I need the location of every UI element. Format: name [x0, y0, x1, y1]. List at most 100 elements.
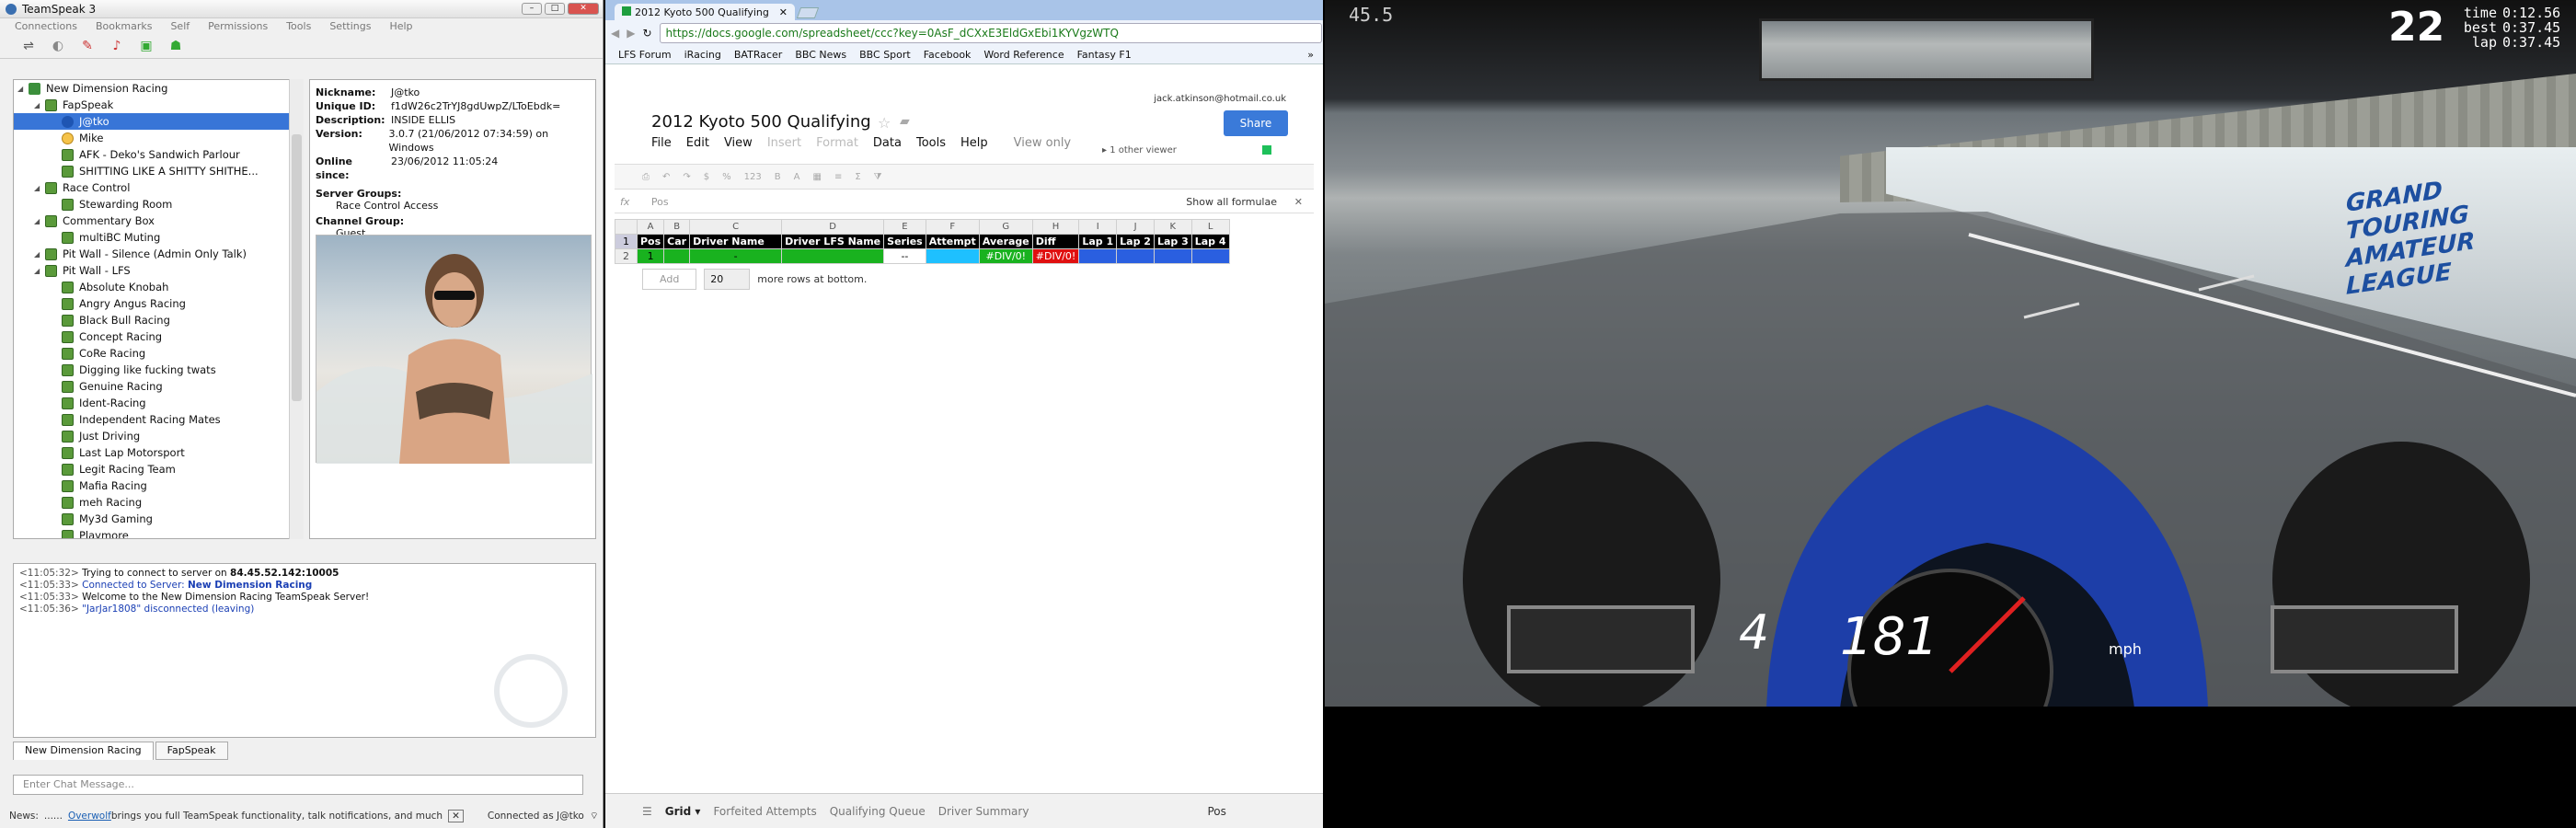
sheet-tab-grid[interactable]: Grid ▾: [665, 805, 701, 818]
channel-node[interactable]: Playmore: [14, 527, 303, 538]
data-cell[interactable]: [1078, 248, 1118, 264]
menu-data[interactable]: Data: [873, 136, 902, 150]
header-cell[interactable]: Lap 4: [1190, 234, 1230, 249]
data-cell[interactable]: #DIV/0!: [1031, 248, 1080, 264]
menu-file[interactable]: File: [651, 136, 672, 150]
channel-node[interactable]: Mafia Racing: [14, 477, 303, 494]
channel-node[interactable]: ◢Pit Wall - Silence (Admin Only Talk)🔒︎: [14, 246, 303, 262]
browser-tab[interactable]: 2012 Kyoto 500 Qualifying ✕: [615, 4, 795, 20]
star-icon[interactable]: ☆: [878, 114, 891, 132]
close-button[interactable]: ✕: [568, 3, 599, 15]
data-cell[interactable]: #DIV/0!: [978, 248, 1033, 264]
header-cell[interactable]: Diff: [1031, 234, 1080, 249]
data-cell[interactable]: [663, 248, 691, 264]
data-cell[interactable]: -: [689, 248, 783, 264]
close-formula-icon[interactable]: ✕: [1294, 196, 1303, 208]
expand-toggle-icon[interactable]: ◢: [34, 184, 45, 192]
show-formulae-button[interactable]: Show all formulae: [1186, 196, 1277, 208]
all-sheets-icon[interactable]: ☰: [642, 805, 652, 818]
channel-node[interactable]: ◢ Pit Wall - LFS: [14, 262, 303, 279]
channel-node[interactable]: SHITTING LIKE A SHITTY SHITHE...🔒︎: [14, 163, 303, 179]
channel-node[interactable]: Genuine Racing🔒︎: [14, 378, 303, 395]
channel-node[interactable]: Stewarding Room🔒︎: [14, 196, 303, 213]
maximize-button[interactable]: □: [545, 3, 565, 15]
data-cell[interactable]: [1153, 248, 1192, 264]
channel-node[interactable]: Ident-Racing: [14, 395, 303, 411]
channel-node[interactable]: Independent Racing Mates: [14, 411, 303, 428]
expand-toggle-icon[interactable]: ◢: [34, 101, 45, 109]
bookmark-item[interactable]: LFS Forum: [618, 49, 672, 61]
column-header[interactable]: E: [883, 219, 926, 235]
page-title[interactable]: 2012 Kyoto 500 Qualifying: [651, 112, 871, 132]
back-icon[interactable]: ◀: [611, 27, 619, 40]
channel-node[interactable]: multiBC Muting🔒︎: [14, 229, 303, 246]
menu-tools[interactable]: Tools: [286, 20, 311, 32]
share-button[interactable]: Share: [1224, 110, 1288, 136]
channel-tree-scrollbar[interactable]: [289, 79, 304, 539]
forward-icon[interactable]: ▶: [627, 27, 635, 40]
channel-node[interactable]: My3d Gaming🔒︎: [14, 511, 303, 527]
menu-self[interactable]: Self: [170, 20, 190, 32]
channel-node[interactable]: Black Bull Racing: [14, 312, 303, 328]
channel-node[interactable]: Last Lap Motorsport: [14, 444, 303, 461]
menu-edit[interactable]: Edit: [686, 136, 709, 150]
column-header[interactable]: G: [978, 219, 1033, 235]
column-header[interactable]: K: [1153, 219, 1192, 235]
header-cell[interactable]: Average: [978, 234, 1033, 249]
column-header[interactable]: A: [636, 219, 665, 235]
channel-node[interactable]: meh Racing🔒︎: [14, 494, 303, 511]
channel-node[interactable]: Absolute Knobah: [14, 279, 303, 295]
column-header[interactable]: B: [663, 219, 691, 235]
header-cell[interactable]: Attempt: [925, 234, 980, 249]
away-icon[interactable]: ◐: [48, 37, 68, 55]
channel-node[interactable]: ◢FapSpeak🔒︎: [14, 97, 303, 113]
data-cell[interactable]: [925, 248, 980, 264]
channel-tree[interactable]: ◢New Dimension Racing◢FapSpeak🔒︎J@tkoMik…: [13, 79, 304, 539]
chat-input[interactable]: Enter Chat Message...: [13, 775, 583, 795]
bookmark-item[interactable]: iRacing: [684, 49, 721, 61]
bookmark-item[interactable]: Facebook: [924, 49, 972, 61]
bookmark-item[interactable]: Word Reference: [983, 49, 1064, 61]
sheet-tab[interactable]: Forfeited Attempts: [713, 805, 816, 818]
tab-fapspeak[interactable]: FapSpeak: [155, 742, 228, 760]
column-header[interactable]: F: [925, 219, 980, 235]
row-number[interactable]: 2: [615, 248, 638, 264]
menu-connections[interactable]: Connections: [15, 20, 77, 32]
bookmark-icon[interactable]: ▣: [136, 37, 156, 55]
add-rows-count[interactable]: 20: [704, 269, 751, 290]
mute-speaker-icon[interactable]: ♪: [107, 37, 127, 55]
column-header[interactable]: J: [1116, 219, 1155, 235]
client-node[interactable]: J@tko: [14, 113, 303, 130]
header-cell[interactable]: Lap 2: [1116, 234, 1155, 249]
column-header[interactable]: C: [689, 219, 783, 235]
menu-tools[interactable]: Tools: [916, 136, 946, 150]
data-cell[interactable]: [1190, 248, 1230, 264]
header-cell[interactable]: Driver LFS Name: [781, 234, 885, 249]
header-cell[interactable]: Lap 1: [1078, 234, 1118, 249]
data-cell[interactable]: [781, 248, 885, 264]
expand-toggle-icon[interactable]: ◢: [34, 250, 45, 259]
channel-node[interactable]: Just Driving: [14, 428, 303, 444]
menu-help[interactable]: Help: [960, 136, 988, 150]
channel-node[interactable]: Legit Racing Team🔒︎: [14, 461, 303, 477]
minimize-button[interactable]: –: [522, 3, 542, 15]
header-cell[interactable]: Pos: [636, 234, 665, 249]
channel-node[interactable]: ◢Commentary Box🔒︎: [14, 213, 303, 229]
channel-node[interactable]: Angry Angus Racing: [14, 295, 303, 312]
bookmark-item[interactable]: BBC Sport: [859, 49, 911, 61]
tab-new-dimension-racing[interactable]: New Dimension Racing: [13, 742, 154, 760]
expand-toggle-icon[interactable]: ◢: [34, 267, 45, 275]
header-cell[interactable]: Series: [883, 234, 926, 249]
channel-node[interactable]: ◢ Race Control: [14, 179, 303, 196]
corner-cell[interactable]: [615, 219, 638, 235]
identity-icon[interactable]: ☗: [166, 37, 186, 55]
tab-close-icon[interactable]: ✕: [779, 6, 788, 18]
channel-node[interactable]: Concept Racing: [14, 328, 303, 345]
sheet-tab[interactable]: Qualifying Queue: [830, 805, 926, 818]
connect-icon[interactable]: ⇌: [18, 37, 39, 55]
menu-view[interactable]: View: [724, 136, 753, 150]
other-viewer-indicator[interactable]: ▸ 1 other viewer: [1102, 145, 1177, 155]
game-viewport[interactable]: GRAND TOURING AMATEUR LEAGUE 45.5 22 tim…: [1325, 0, 2576, 707]
mute-mic-icon[interactable]: ✎: [77, 37, 98, 55]
channel-node[interactable]: AFK - Deko's Sandwich Parlour🔒︎: [14, 146, 303, 163]
